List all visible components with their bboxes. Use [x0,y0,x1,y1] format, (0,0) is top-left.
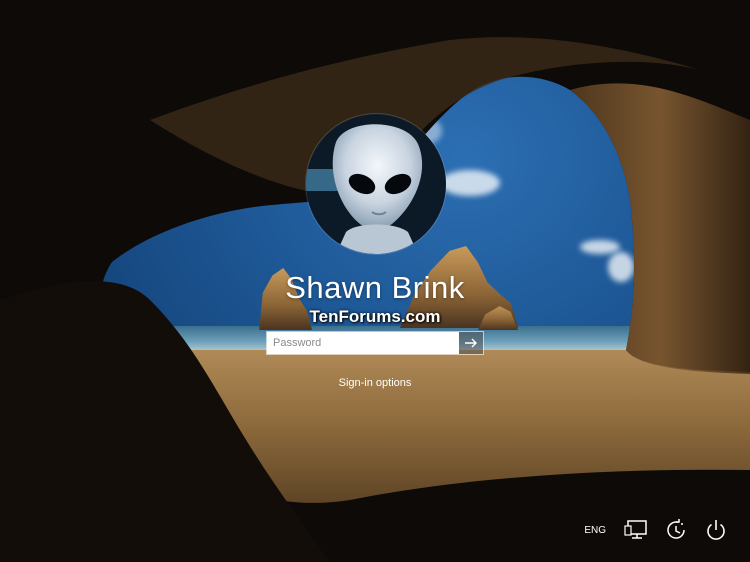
power-icon [707,520,725,540]
system-tray: ENG [584,518,728,542]
user-display-name: Shawn Brink [285,270,465,305]
ease-of-access-icon [667,519,685,539]
lock-screen: Shawn Brink TenForums.com Sign-in option… [0,0,750,562]
password-input[interactable] [267,332,459,354]
power-button[interactable] [704,518,728,542]
watermark-text: TenForums.com [309,307,441,326]
network-icon [624,520,647,539]
alien-avatar-icon [306,114,446,254]
user-avatar [306,114,446,254]
language-indicator[interactable]: ENG [584,525,606,536]
signin-options-link[interactable]: Sign-in options [339,377,412,389]
ease-of-access-button[interactable] [664,518,688,542]
arrow-right-icon [465,338,477,348]
password-field-container [266,331,484,355]
signin-options-container: Sign-in options [0,377,750,389]
network-button[interactable] [624,518,648,542]
submit-button[interactable] [459,332,483,354]
